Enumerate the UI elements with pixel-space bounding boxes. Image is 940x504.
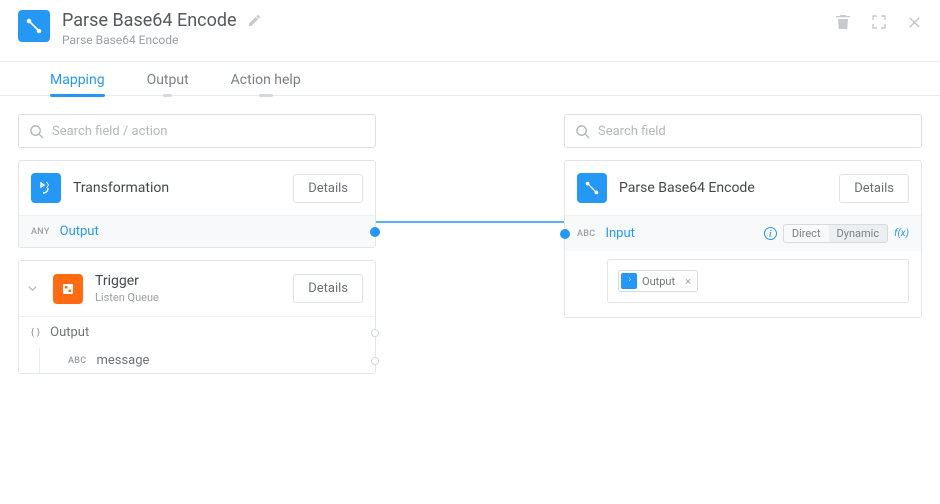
output-port[interactable] [371, 329, 379, 337]
trigger-icon [53, 274, 83, 304]
transformation-icon [31, 173, 61, 203]
tab-mapping[interactable]: Mapping [50, 72, 105, 96]
card-trigger: Trigger Listen Queue Details { } Output … [18, 260, 376, 374]
search-input-left[interactable] [52, 124, 365, 139]
type-badge: ABC [68, 356, 86, 366]
left-column: Transformation Details ANY Output Trigge… [18, 114, 376, 374]
input-port[interactable] [560, 229, 570, 239]
trigger-output-row[interactable]: { } Output [19, 316, 375, 348]
parse-icon [577, 173, 607, 203]
card-subtitle: Listen Queue [95, 291, 281, 304]
input-label: Input [605, 226, 634, 241]
seg-dynamic[interactable]: Dynamic [829, 225, 888, 242]
message-row[interactable]: ABC message [39, 348, 375, 373]
fx-button[interactable]: f(x) [894, 228, 909, 239]
output-label: Output [50, 325, 89, 340]
page-subtitle: Parse Base64 Encode [62, 33, 835, 47]
page-title: Parse Base64 Encode [62, 10, 237, 31]
card-title: Trigger [95, 273, 281, 289]
input-value-box[interactable]: Output × [607, 259, 909, 303]
card-title: Parse Base64 Encode [619, 180, 827, 196]
details-button[interactable]: Details [293, 174, 363, 203]
page-header: Parse Base64 Encode Parse Base64 Encode [0, 0, 940, 55]
output-port[interactable] [371, 357, 379, 365]
search-left[interactable] [18, 114, 376, 148]
search-icon [575, 124, 590, 139]
mode-segmented: Direct Dynamic [783, 224, 888, 243]
card-title: Transformation [73, 180, 281, 196]
tab-action-help[interactable]: Action help [231, 72, 301, 96]
fullscreen-icon[interactable] [871, 14, 887, 30]
chip-remove-icon[interactable]: × [679, 275, 697, 288]
edit-icon[interactable] [247, 13, 262, 28]
seg-direct[interactable]: Direct [784, 225, 829, 242]
output-port[interactable] [370, 227, 380, 237]
card-parse: Parse Base64 Encode Details ABC Input i … [564, 160, 922, 318]
details-button[interactable]: Details [293, 274, 363, 303]
details-button[interactable]: Details [839, 174, 909, 203]
search-input-right[interactable] [598, 124, 911, 139]
tab-output[interactable]: Output [147, 72, 189, 96]
card-transformation: Transformation Details ANY Output [18, 160, 376, 248]
app-icon [18, 10, 50, 42]
chip-label: Output [642, 275, 679, 288]
output-row[interactable]: ANY Output [19, 215, 375, 247]
close-icon[interactable] [907, 15, 922, 30]
type-badge: { } [31, 328, 40, 338]
input-row[interactable]: ABC Input i Direct Dynamic f(x) [565, 215, 921, 251]
info-icon[interactable]: i [764, 227, 777, 240]
mapping-pane: Transformation Details ANY Output Trigge… [0, 96, 940, 392]
trash-icon[interactable] [835, 14, 851, 30]
chip-icon [621, 273, 637, 289]
right-column: Parse Base64 Encode Details ABC Input i … [564, 114, 922, 374]
search-icon [29, 124, 44, 139]
search-right[interactable] [564, 114, 922, 148]
message-label: message [96, 353, 149, 368]
chevron-down-icon[interactable] [23, 284, 41, 293]
output-label: Output [60, 224, 99, 239]
tabs: Mapping Output Action help [0, 62, 940, 96]
type-badge: ANY [31, 227, 50, 237]
type-badge: ABC [577, 229, 595, 239]
mapping-chip: Output × [618, 270, 698, 292]
